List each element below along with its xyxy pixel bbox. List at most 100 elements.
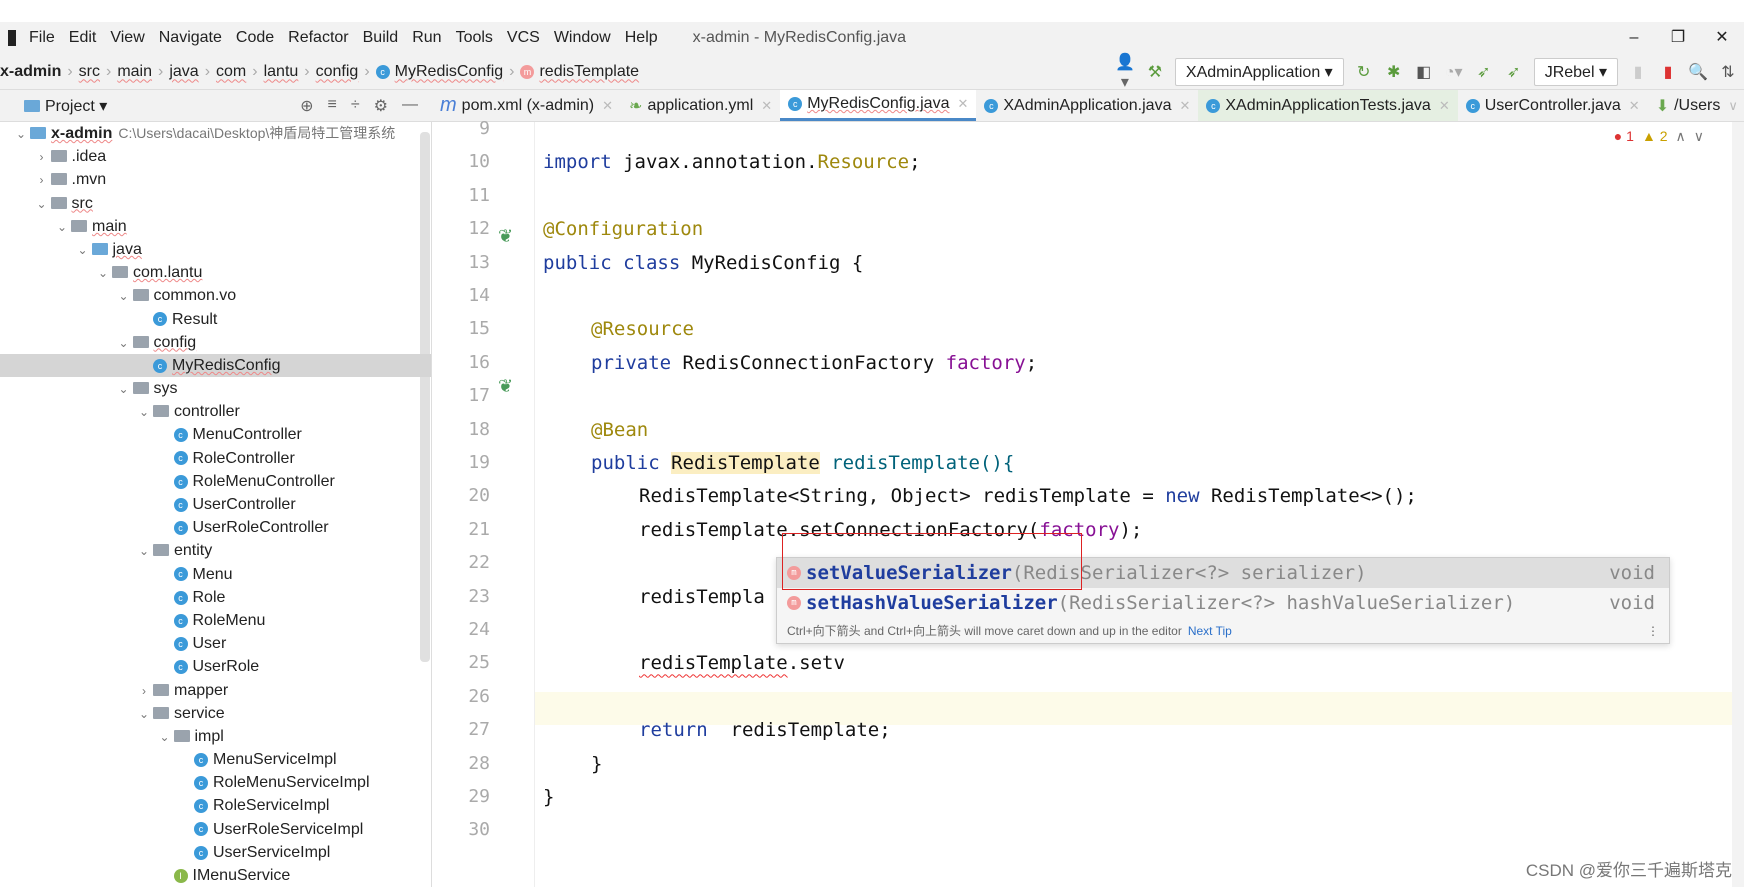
- tree-item-roleserviceimpl[interactable]: c RoleServiceImpl: [0, 794, 431, 817]
- chevron-down-icon[interactable]: ∨: [1728, 98, 1738, 114]
- next-tip-link[interactable]: Next Tip: [1188, 624, 1232, 638]
- close-button[interactable]: ✕: [1700, 22, 1744, 54]
- tree-item-controller[interactable]: ⌄ controller: [0, 400, 431, 423]
- menu-refactor[interactable]: Refactor: [288, 29, 348, 47]
- tree-item-mapper[interactable]: › mapper: [0, 679, 431, 702]
- maximize-button[interactable]: ❐: [1656, 22, 1700, 54]
- menu-navigate[interactable]: Navigate: [159, 29, 222, 47]
- tree-item-com-lantu[interactable]: ⌄ com.lantu: [0, 261, 431, 284]
- minimize-button[interactable]: –: [1612, 22, 1656, 54]
- debug-bug-icon[interactable]: ✱: [1384, 62, 1404, 82]
- tree-item-user[interactable]: c User: [0, 632, 431, 655]
- menu-edit[interactable]: Edit: [69, 29, 97, 47]
- menu-view[interactable]: View: [110, 29, 144, 47]
- close-tab-icon[interactable]: ✕: [602, 98, 613, 114]
- rerun-icon[interactable]: ↻: [1354, 62, 1374, 82]
- settings-gear-icon[interactable]: ⚙: [374, 96, 388, 116]
- menu-run[interactable]: Run: [412, 29, 441, 47]
- jrebel-run-icon[interactable]: ➶: [1474, 62, 1494, 82]
- tab-xadminapplication-java[interactable]: c XAdminApplication.java ✕: [976, 90, 1198, 121]
- close-tab-icon[interactable]: ✕: [761, 98, 772, 114]
- tree-item-x-admin[interactable]: ⌄ x-admin C:\Users\dacai\Desktop\神盾局特工管理系统: [0, 122, 431, 145]
- chevron-up-icon[interactable]: ∧: [1676, 128, 1686, 145]
- tree-item-userrolecontroller[interactable]: c UserRoleController: [0, 516, 431, 539]
- tree-item-result[interactable]: c Result: [0, 308, 431, 331]
- chevron-down-icon[interactable]: ⌄: [94, 262, 112, 285]
- tree-item-common-vo[interactable]: ⌄ common.vo: [0, 284, 431, 307]
- run-configuration-select[interactable]: XAdminApplication ▾: [1174, 58, 1344, 86]
- tab-xadminapplicationtests-java[interactable]: c XAdminApplicationTests.java ✕: [1198, 90, 1458, 121]
- code-editor[interactable]: import javax.annotation.Resource; @Confi…: [535, 122, 1735, 887]
- spring-bean-gutter-icon[interactable]: ❦: [498, 226, 513, 247]
- tree-item--mvn[interactable]: › .mvn: [0, 168, 431, 191]
- chevron-right-icon[interactable]: ›: [33, 146, 51, 169]
- chevron-down-icon[interactable]: ⌄: [135, 540, 153, 563]
- chevron-down-icon[interactable]: ∨: [1694, 128, 1704, 145]
- tree-item-menucontroller[interactable]: c MenuController: [0, 423, 431, 446]
- profile-icon[interactable]: ◔▾: [1444, 62, 1464, 82]
- chevron-right-icon[interactable]: ›: [33, 169, 51, 192]
- chevron-down-icon[interactable]: ⌄: [74, 239, 92, 262]
- close-tab-icon[interactable]: ✕: [1629, 98, 1640, 114]
- search-icon[interactable]: 🔍: [1688, 62, 1708, 82]
- tree-item-userserviceimpl[interactable]: c UserServiceImpl: [0, 841, 431, 864]
- user-icon[interactable]: 👤▾: [1115, 52, 1135, 92]
- tree-item-impl[interactable]: ⌄ impl: [0, 725, 431, 748]
- menu-build[interactable]: Build: [363, 29, 399, 47]
- menu-code[interactable]: Code: [236, 29, 274, 47]
- breadcrumb-lantu[interactable]: lantu: [264, 63, 299, 81]
- completion-item[interactable]: m setHashValueSerializer (RedisSerializer…: [777, 588, 1669, 618]
- tree-item-sys[interactable]: ⌄ sys: [0, 377, 431, 400]
- chevron-down-icon[interactable]: ⌄: [115, 332, 133, 355]
- spring-bean-gutter-icon[interactable]: ❦: [498, 376, 513, 397]
- tree-item-usercontroller[interactable]: c UserController: [0, 493, 431, 516]
- breadcrumb-x-admin[interactable]: x-admin: [0, 63, 61, 81]
- tree-item-userrole[interactable]: c UserRole: [0, 655, 431, 678]
- chevron-right-icon[interactable]: ›: [135, 680, 153, 703]
- close-tab-icon[interactable]: ✕: [1439, 98, 1450, 114]
- tree-item-role[interactable]: c Role: [0, 586, 431, 609]
- tree-item-entity[interactable]: ⌄ entity: [0, 539, 431, 562]
- menu-help[interactable]: Help: [625, 29, 658, 47]
- tree-item-userroleserviceimpl[interactable]: c UserRoleServiceImpl: [0, 818, 431, 841]
- build-hammer-icon[interactable]: ⚒: [1145, 62, 1165, 82]
- chevron-down-icon[interactable]: ⌄: [33, 193, 51, 216]
- project-view-select[interactable]: Project ▾: [45, 96, 107, 116]
- tree-item-service[interactable]: ⌄ service: [0, 702, 431, 725]
- locate-icon[interactable]: ⊕: [300, 96, 313, 116]
- hide-panel-icon[interactable]: —: [402, 96, 418, 116]
- chevron-down-icon[interactable]: ⌄: [115, 285, 133, 308]
- tab-application-yml[interactable]: ❧ application.yml ✕: [621, 90, 780, 121]
- tab-pom-xml-x-admin-[interactable]: m pom.xml (x-admin) ✕: [432, 90, 621, 121]
- breadcrumb-main[interactable]: main: [117, 63, 152, 81]
- chevron-down-icon[interactable]: ⌄: [12, 123, 30, 146]
- tree-item-menuserviceimpl[interactable]: c MenuServiceImpl: [0, 748, 431, 771]
- tree-item-src[interactable]: ⌄ src: [0, 192, 431, 215]
- editor-scrollbar[interactable]: [1732, 122, 1744, 887]
- tree-item-java[interactable]: ⌄ java: [0, 238, 431, 261]
- tree-item-rolemenu[interactable]: c RoleMenu: [0, 609, 431, 632]
- tree-item-rolemenucontroller[interactable]: c RoleMenuController: [0, 470, 431, 493]
- tree-item-imenuservice[interactable]: I IMenuService: [0, 864, 431, 887]
- stop-icon[interactable]: ▮: [1628, 62, 1648, 82]
- chevron-down-icon[interactable]: ⌄: [135, 401, 153, 424]
- expand-all-icon[interactable]: ≡: [328, 96, 337, 116]
- menu-vcs[interactable]: VCS: [507, 29, 540, 47]
- tab--users[interactable]: ⬇/Users ∨: [1648, 90, 1744, 121]
- breadcrumb-src[interactable]: src: [79, 63, 100, 81]
- bookmark-icon[interactable]: ▮: [1658, 62, 1678, 82]
- close-tab-icon[interactable]: ✕: [1179, 98, 1190, 114]
- tab-usercontroller-java[interactable]: c UserController.java ✕: [1458, 90, 1648, 121]
- chevron-down-icon[interactable]: ⌄: [53, 216, 71, 239]
- coverage-icon[interactable]: ◧: [1414, 62, 1434, 82]
- jrebel-debug-icon[interactable]: ➶: [1504, 62, 1524, 82]
- tree-item-config[interactable]: ⌄ config: [0, 331, 431, 354]
- chevron-down-icon[interactable]: ⌄: [156, 726, 174, 749]
- jrebel-select[interactable]: JRebel ▾: [1533, 58, 1618, 86]
- breadcrumb-myredisconfig[interactable]: MyRedisConfig: [395, 63, 503, 81]
- chevron-down-icon[interactable]: ⌄: [135, 703, 153, 726]
- more-options-icon[interactable]: ⋮: [1647, 618, 1669, 644]
- tab-myredisconfig-java[interactable]: c MyRedisConfig.java ✕: [780, 90, 977, 121]
- collapse-all-icon[interactable]: ÷: [351, 96, 360, 116]
- tree-item-menu[interactable]: c Menu: [0, 563, 431, 586]
